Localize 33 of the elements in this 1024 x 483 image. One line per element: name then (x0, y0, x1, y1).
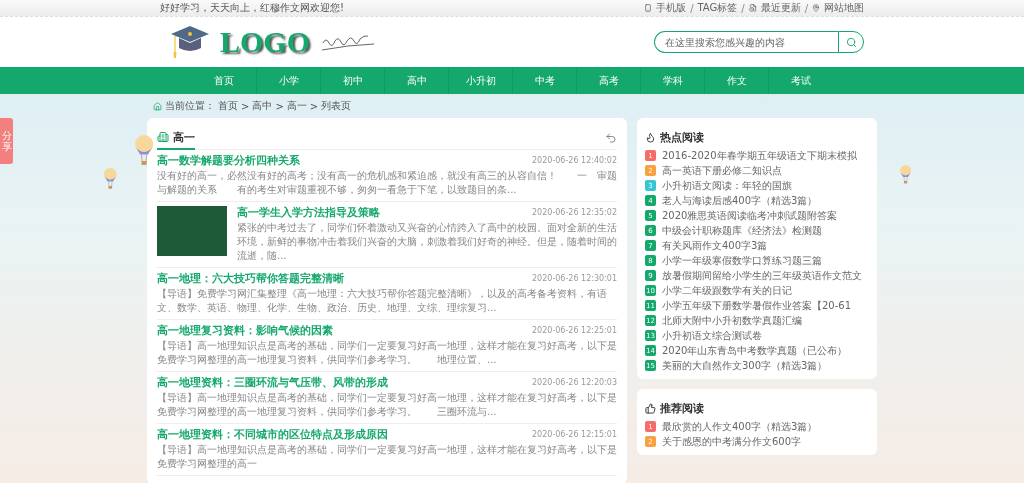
top-link[interactable]: 最近更新 (760, 1, 801, 15)
breadcrumb-link[interactable]: 高一 (286, 99, 307, 113)
breadcrumb-link[interactable]: 高中 (252, 99, 273, 113)
separator-slash: / (804, 2, 808, 14)
separator-slash: / (741, 2, 745, 14)
article-summary: 【导语】高一地理知识点是高考的基础，同学们一定要复习好高一地理，这样才能在复习好高考，以下是免费学习网整理的高一地理复习资料，供同学们参考学习。 地理位置、... (157, 339, 617, 367)
article-date: 2020-06-26 12:35:02 (532, 208, 617, 217)
welcome-text: 好好学习，天天向上，红穆作文网欢迎您! (160, 1, 344, 15)
section-title: 高一 (173, 129, 195, 145)
article-summary: 【导语】高一地理知识点是高考的基础，同学们一定要复习好高一地理，这样才能在复习好高考，以下是免费学习网整理的高一 (157, 443, 617, 471)
sidebar-title: 推荐阅读 (660, 400, 704, 416)
breadcrumb-separator: > (275, 100, 284, 112)
top-link[interactable]: 手机版 (656, 1, 687, 15)
separator-slash: / (690, 2, 694, 14)
article-date: 2020-06-26 12:25:01 (532, 326, 617, 335)
article-date: 2020-06-26 12:30:01 (532, 274, 617, 283)
article-summary: 【导语】高一地理知识点是高考的基础，同学们一定要复习好高一地理，这样才能在复习好高考，以下是免费学习网整理的高一地理复习资料，供同学们参考学习。 三圈环流与... (157, 391, 617, 419)
article-date: 2020-06-26 12:20:03 (532, 378, 617, 387)
article-summary: 紧张的中考过去了，同学们怀着激动又兴奋的心情跨入了高中的校园。面对全新的生活环境，新鲜的事物冲击着我们兴奋的大脑，刺激着我们好奇的神经。但是，随着时间的流逝，随... (237, 221, 617, 263)
top-link[interactable]: TAG标签 (697, 1, 738, 15)
sidebar-title: 热点阅读 (660, 129, 704, 145)
article-date: 2020-06-26 12:15:01 (532, 430, 617, 439)
article-summary: 没有好的高一，必然没有好的高考；没有高一的危机感和紧迫感，就没有高三的从容自信！ 一 审题与解题的关系 有的考生对审题重视不够，匆匆一看急于下笔，以致题目的条... (157, 169, 617, 197)
breadcrumb-label: 当前位置： (165, 99, 215, 113)
breadcrumb-link[interactable]: 首页 (218, 99, 238, 113)
top-link[interactable]: 网站地图 (824, 1, 864, 15)
breadcrumb-link[interactable]: 列表页 (321, 99, 352, 113)
breadcrumb-separator: > (309, 100, 319, 112)
search-field[interactable]: 在这里搜索您感兴趣的内容 (654, 31, 838, 53)
article-summary: 【导语】免费学习网汇集整理《高一地理：六大技巧帮你答题完整清晰》，以及的高考备考资料，有语文、数学、英语、物理、化学、生物、政治、历史、地理、文综、理综复习... (157, 287, 608, 315)
breadcrumb-separator: > (241, 100, 250, 112)
logo-text: LOGO (220, 25, 310, 59)
article-date: 2020-06-26 12:40:02 (532, 156, 617, 165)
